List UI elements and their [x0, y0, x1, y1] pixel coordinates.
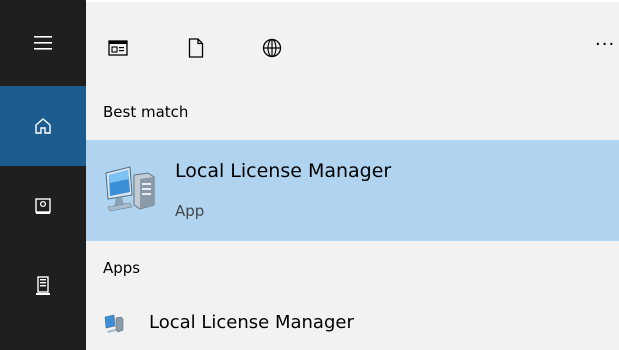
device-button[interactable] [0, 246, 86, 326]
menu-button[interactable] [0, 0, 86, 86]
documents-button[interactable] [0, 166, 86, 246]
documents-filter-icon[interactable] [184, 36, 208, 60]
home-button[interactable] [0, 86, 86, 166]
computer-app-icon [104, 314, 124, 334]
left-rail [0, 0, 86, 350]
document-icon [34, 197, 52, 215]
search-results-pane: ··· Best match Local License Manager App… [86, 0, 619, 350]
home-icon [34, 117, 52, 135]
best-match-type: App [175, 202, 205, 220]
start-search-panel: ··· Best match Local License Manager App… [0, 0, 619, 350]
apps-filter-icon[interactable] [106, 36, 130, 60]
menu-icon [34, 36, 52, 50]
app-title: Local License Manager [149, 312, 354, 333]
computer-app-icon [104, 165, 156, 213]
device-icon [36, 276, 50, 296]
apps-heading: Apps [103, 259, 141, 277]
best-match-heading: Best match [103, 103, 189, 121]
filter-toolbar: ··· [86, 0, 619, 86]
list-item[interactable]: Local License Manager [86, 304, 619, 348]
best-match-title: Local License Manager [175, 160, 392, 182]
more-options-button[interactable]: ··· [595, 30, 619, 60]
web-filter-icon[interactable] [260, 36, 284, 60]
best-match-result[interactable]: Local License Manager App [86, 140, 619, 241]
